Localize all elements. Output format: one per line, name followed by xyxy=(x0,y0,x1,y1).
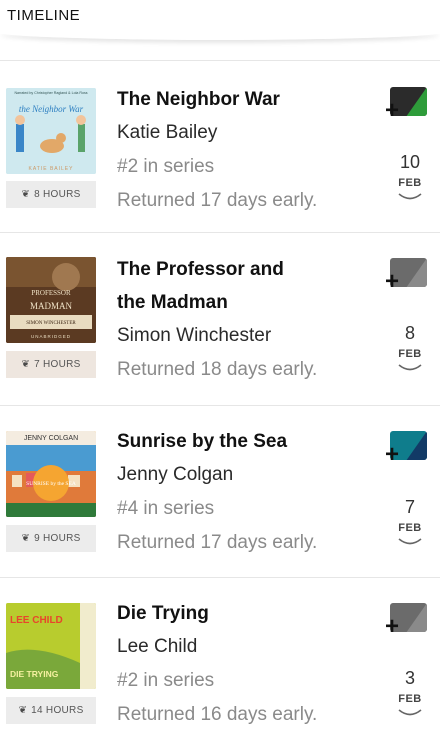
cover-title-text: SUNRISE by the SEA xyxy=(26,481,76,487)
date-month: FEB xyxy=(398,348,422,360)
sprout-icon: ❦ xyxy=(21,359,31,370)
book-info: The Professor and the Madman Simon Winch… xyxy=(117,253,357,387)
book-cover[interactable]: Narrated by Christopher Ragland & Lola R… xyxy=(6,88,96,174)
cover-top-text: Narrated by Christopher Ragland & Lola R… xyxy=(14,91,87,95)
series-info: #4 in series xyxy=(117,498,215,519)
plus-icon: + xyxy=(385,441,400,468)
hours-label: 8 HOURS xyxy=(34,189,81,200)
cover-title-text: PROFESSOR xyxy=(31,289,71,297)
book-author[interactable]: Simon Winchester xyxy=(117,319,357,353)
chevron-down-icon[interactable] xyxy=(397,363,423,373)
timeline-entry[interactable]: JENNY COLGAN SUNRISE by the SEA ❦ 9 HOUR… xyxy=(0,405,440,577)
sprout-icon: ❦ xyxy=(21,189,31,200)
book-cover[interactable]: JENNY COLGAN SUNRISE by the SEA xyxy=(6,431,96,517)
plus-icon: + xyxy=(385,613,400,640)
cover-top-text: JENNY COLGAN xyxy=(24,435,78,442)
cover-title-text: DIE TRYING xyxy=(10,669,59,679)
cover-author-text: SIMON WINCHESTER xyxy=(26,321,76,326)
timeline-list: Narrated by Christopher Ragland & Lola R… xyxy=(0,60,440,738)
chevron-down-icon[interactable] xyxy=(397,537,423,547)
add-tag-button[interactable]: + xyxy=(385,603,429,641)
hours-label: 7 HOURS xyxy=(34,359,81,370)
listening-hours: ❦ 9 HOURS xyxy=(6,525,96,552)
book-title-line2[interactable]: the Madman xyxy=(117,286,357,319)
book-title[interactable]: The Professor and xyxy=(117,253,357,286)
sprout-icon: ❦ xyxy=(18,705,28,716)
listening-hours: ❦ 8 HOURS xyxy=(6,181,96,208)
return-status: Returned 17 days early. xyxy=(117,190,318,211)
header: TIMELINE xyxy=(0,0,440,34)
hours-label: 14 HOURS xyxy=(31,705,84,716)
date-day: 10 xyxy=(399,152,421,172)
plus-icon: + xyxy=(385,97,400,124)
book-author[interactable]: Lee Child xyxy=(117,630,357,664)
date-day: 7 xyxy=(404,497,415,517)
cover-bottom-text: UNABRIDGED xyxy=(31,334,71,339)
return-status: Returned 18 days early. xyxy=(117,359,318,380)
timeline-entry[interactable]: LEE CHILD DIE TRYING ❦ 14 HOURS Die Tryi… xyxy=(0,577,440,738)
hours-label: 9 HOURS xyxy=(34,533,81,544)
listening-hours: ❦ 7 HOURS xyxy=(6,351,96,378)
book-cover[interactable]: PROFESSOR MADMAN SIMON WINCHESTER UNABRI… xyxy=(6,257,96,343)
sprout-icon: ❦ xyxy=(21,533,31,544)
add-tag-button[interactable]: + xyxy=(385,258,429,296)
date-day: 8 xyxy=(404,323,415,343)
book-cover[interactable]: LEE CHILD DIE TRYING xyxy=(6,603,96,689)
return-date: 10 FEB xyxy=(388,151,432,202)
book-info: Sunrise by the Sea Jenny Colgan #4 in se… xyxy=(117,425,357,560)
return-status: Returned 16 days early. xyxy=(117,704,318,725)
add-tag-button[interactable]: + xyxy=(385,431,429,469)
book-title[interactable]: The Neighbor War xyxy=(117,83,357,116)
listening-hours: ❦ 14 HOURS xyxy=(6,697,96,724)
return-date: 8 FEB xyxy=(388,322,432,373)
book-title[interactable]: Die Trying xyxy=(117,597,357,630)
return-status: Returned 17 days early. xyxy=(117,532,318,553)
book-title[interactable]: Sunrise by the Sea xyxy=(117,425,357,458)
date-month: FEB xyxy=(398,522,422,534)
chevron-down-icon[interactable] xyxy=(397,708,423,718)
date-month: FEB xyxy=(398,693,422,705)
cover-author-text: KATIE BAILEY xyxy=(29,166,74,172)
timeline-entry[interactable]: PROFESSOR MADMAN SIMON WINCHESTER UNABRI… xyxy=(0,232,440,405)
plus-icon: + xyxy=(385,268,400,295)
cover-subtitle-text: MADMAN xyxy=(30,301,73,311)
book-info: Die Trying Lee Child #2 in series Return… xyxy=(117,597,357,732)
series-info: #2 in series xyxy=(117,670,215,691)
date-day: 3 xyxy=(404,668,415,688)
chevron-down-icon[interactable] xyxy=(397,192,423,202)
return-date: 3 FEB xyxy=(388,667,432,718)
cover-title-text: the Neighbor War xyxy=(19,104,84,114)
series-info: #2 in series xyxy=(117,156,215,177)
add-tag-button[interactable]: + xyxy=(385,87,429,125)
book-author[interactable]: Katie Bailey xyxy=(117,116,357,150)
cover-top-text: LEE CHILD xyxy=(10,615,63,626)
timeline-entry[interactable]: Narrated by Christopher Ragland & Lola R… xyxy=(0,60,440,232)
book-author[interactable]: Jenny Colgan xyxy=(117,458,357,492)
date-month: FEB xyxy=(398,177,422,189)
return-date: 7 FEB xyxy=(388,496,432,547)
page-title: TIMELINE xyxy=(7,7,81,24)
book-info: The Neighbor War Katie Bailey #2 in seri… xyxy=(117,83,357,218)
